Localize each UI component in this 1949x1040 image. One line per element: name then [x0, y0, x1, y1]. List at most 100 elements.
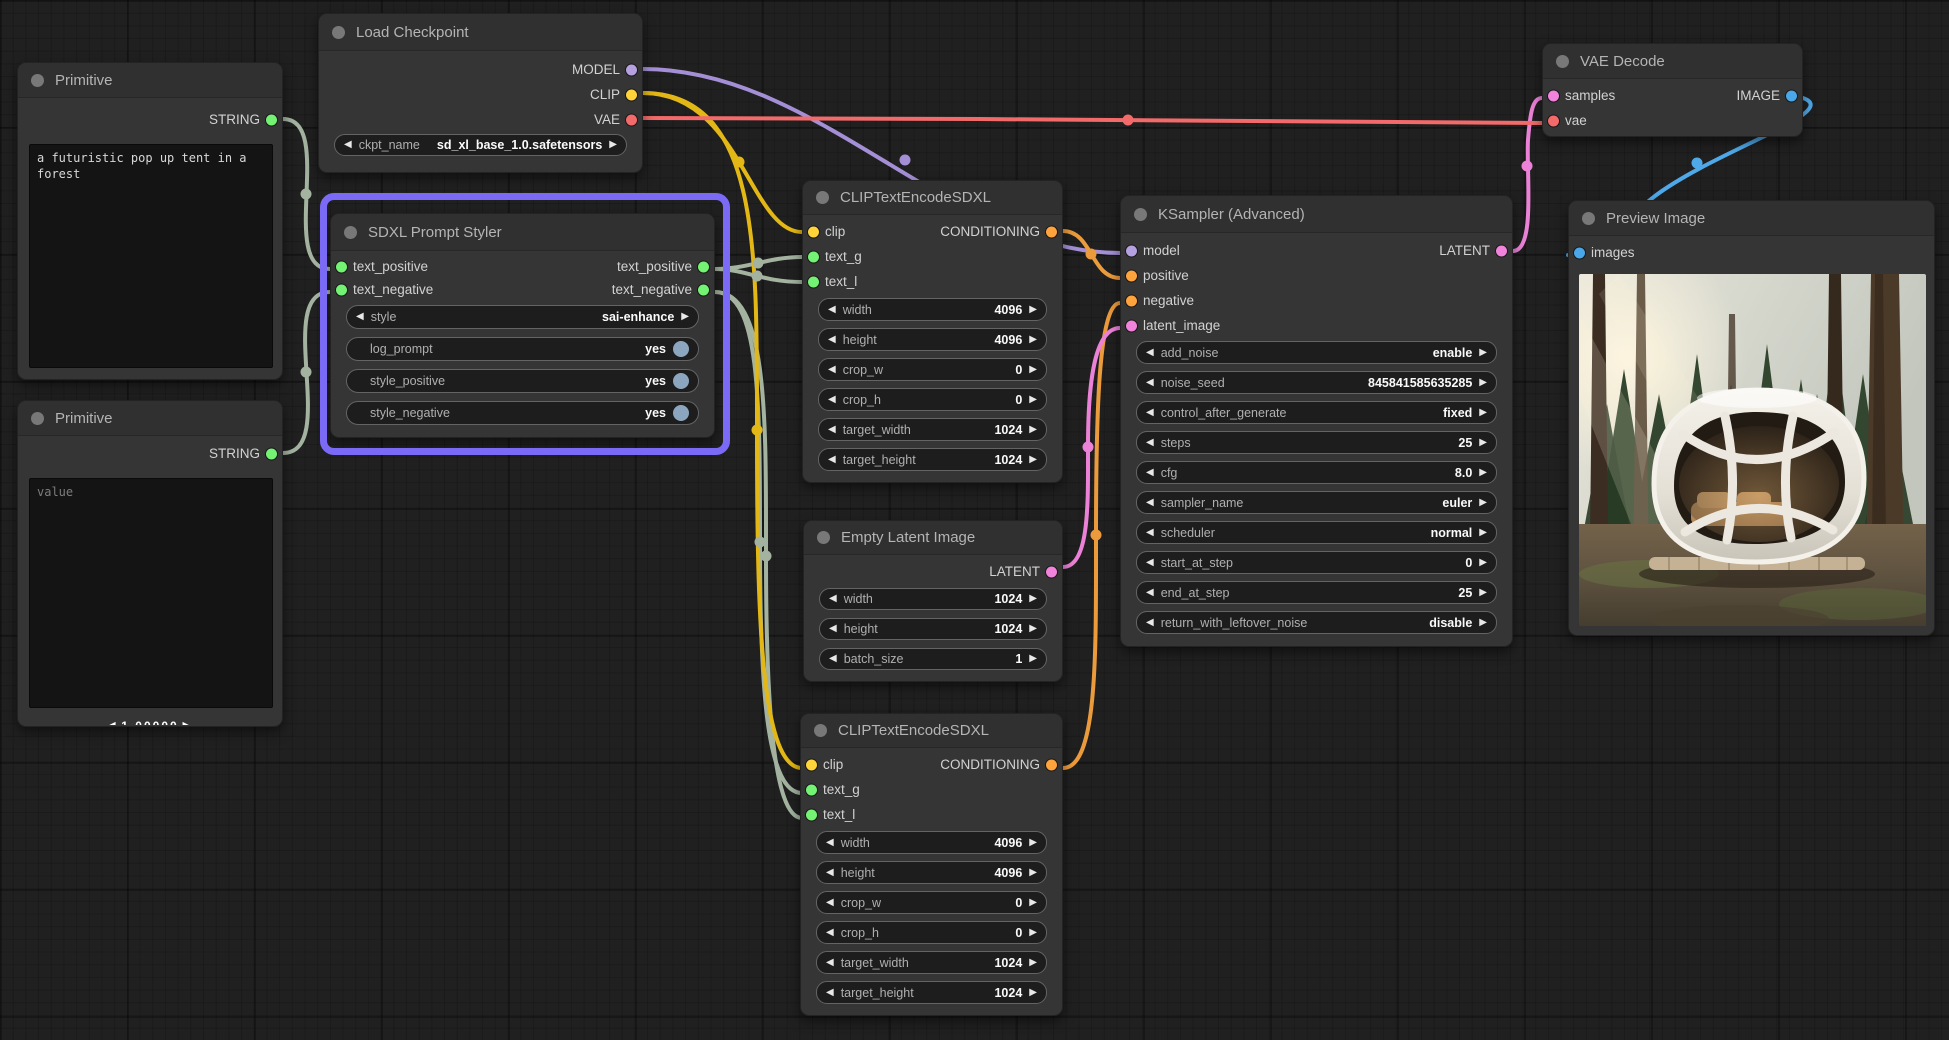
- end_at_step-decrement-arrow-icon[interactable]: ◀: [1146, 587, 1154, 598]
- steps-widget[interactable]: ◀ steps 25 ▶: [1136, 431, 1497, 454]
- control_after_generate-decrement-arrow-icon[interactable]: ◀: [1146, 407, 1154, 418]
- noise_seed-widget[interactable]: ◀ noise_seed 845841585635285 ▶: [1136, 371, 1497, 394]
- node-header[interactable]: Empty Latent Image: [804, 521, 1062, 555]
- crop_w-increment-arrow-icon[interactable]: ▶: [1029, 897, 1037, 908]
- crop_h-decrement-arrow-icon[interactable]: ◀: [826, 927, 834, 938]
- node-header[interactable]: CLIPTextEncodeSDXL: [801, 714, 1062, 748]
- text_g-input-slot[interactable]: [806, 784, 817, 795]
- node-header[interactable]: KSampler (Advanced): [1121, 196, 1512, 233]
- node-clip-encode-positive[interactable]: CLIPTextEncodeSDXL clip CONDITIONING text_…: [802, 180, 1063, 483]
- collapse-dot-icon[interactable]: [31, 411, 44, 425]
- ckpt_name-decrement-arrow-icon[interactable]: ◀: [344, 140, 352, 150]
- text_positive-output-slot[interactable]: [698, 261, 709, 272]
- batch_size-increment-arrow-icon[interactable]: ▶: [1029, 654, 1037, 664]
- height-widget[interactable]: ◀ height 1024 ▶: [819, 618, 1047, 640]
- batch_size-widget[interactable]: ◀ batch_size 1 ▶: [819, 648, 1047, 670]
- node-header[interactable]: Preview Image: [1569, 201, 1934, 236]
- latent_image-input-slot[interactable]: [1126, 320, 1137, 331]
- steps-decrement-arrow-icon[interactable]: ◀: [1146, 437, 1154, 448]
- add_noise-increment-arrow-icon[interactable]: ▶: [1479, 347, 1487, 358]
- target_height-decrement-arrow-icon[interactable]: ◀: [826, 987, 834, 998]
- cfg-increment-arrow-icon[interactable]: ▶: [1479, 467, 1487, 478]
- start_at_step-widget[interactable]: ◀ start_at_step 0 ▶: [1136, 551, 1497, 574]
- start_at_step-decrement-arrow-icon[interactable]: ◀: [1146, 557, 1154, 568]
- width-increment-arrow-icon[interactable]: ▶: [1029, 594, 1037, 604]
- target_width-increment-arrow-icon[interactable]: ▶: [1029, 957, 1037, 968]
- style_positive-widget[interactable]: style_positive yes: [346, 369, 699, 393]
- target_width-decrement-arrow-icon[interactable]: ◀: [828, 424, 836, 435]
- CLIP-output-slot[interactable]: [626, 89, 637, 100]
- end_at_step-widget[interactable]: ◀ end_at_step 25 ▶: [1136, 581, 1497, 604]
- control_after_generate-increment-arrow-icon[interactable]: ▶: [1479, 407, 1487, 418]
- text_negative-input-slot[interactable]: [336, 284, 347, 295]
- height-decrement-arrow-icon[interactable]: ◀: [826, 867, 834, 878]
- style_positive-toggle-icon[interactable]: [673, 373, 689, 389]
- width-decrement-arrow-icon[interactable]: ◀: [828, 304, 836, 315]
- start_at_step-increment-arrow-icon[interactable]: ▶: [1479, 557, 1487, 568]
- crop_w-widget[interactable]: ◀ crop_w 0 ▶: [816, 891, 1047, 914]
- IMAGE-output-slot[interactable]: [1786, 90, 1797, 101]
- node-header[interactable]: Load Checkpoint: [319, 14, 642, 51]
- model-input-slot[interactable]: [1126, 245, 1137, 256]
- LATENT-output-slot[interactable]: [1046, 566, 1057, 577]
- return_with_leftover_noise-decrement-arrow-icon[interactable]: ◀: [1146, 617, 1154, 628]
- node-header[interactable]: SDXL Prompt Styler: [331, 214, 714, 251]
- collapse-dot-icon[interactable]: [817, 531, 830, 544]
- node-header[interactable]: CLIPTextEncodeSDXL: [803, 181, 1062, 215]
- ckpt_name-widget[interactable]: ◀ ckpt_name sd_xl_base_1.0.safetensors ▶: [334, 134, 627, 156]
- node-primitive-top[interactable]: Primitive STRING a futuristic pop up ten…: [17, 62, 283, 380]
- target_height-widget[interactable]: ◀ target_height 1024 ▶: [816, 981, 1047, 1004]
- scheduler-decrement-arrow-icon[interactable]: ◀: [1146, 527, 1154, 538]
- width-widget[interactable]: ◀ width 4096 ▶: [816, 831, 1047, 854]
- collapse-dot-icon[interactable]: [1556, 54, 1569, 68]
- target_height-widget[interactable]: ◀ target_height 1024 ▶: [818, 448, 1047, 471]
- target_width-widget[interactable]: ◀ target_width 1024 ▶: [816, 951, 1047, 974]
- height-widget[interactable]: ◀ height 4096 ▶: [816, 861, 1047, 884]
- noise_seed-increment-arrow-icon[interactable]: ▶: [1479, 377, 1487, 388]
- crop_w-widget[interactable]: ◀ crop_w 0 ▶: [818, 358, 1047, 381]
- crop_w-increment-arrow-icon[interactable]: ▶: [1029, 364, 1037, 375]
- target_height-increment-arrow-icon[interactable]: ▶: [1029, 454, 1037, 465]
- target_height-decrement-arrow-icon[interactable]: ◀: [828, 454, 836, 465]
- height-widget[interactable]: ◀ height 4096 ▶: [818, 328, 1047, 351]
- return_with_leftover_noise-increment-arrow-icon[interactable]: ▶: [1479, 617, 1487, 628]
- log_prompt-widget[interactable]: log_prompt yes: [346, 337, 699, 361]
- width-increment-arrow-icon[interactable]: ▶: [1029, 837, 1037, 848]
- vae-input-slot[interactable]: [1548, 115, 1559, 126]
- prompt-text-input[interactable]: a futuristic pop up tent in a forest: [29, 144, 273, 368]
- style_negative-widget[interactable]: style_negative yes: [346, 401, 699, 425]
- collapse-dot-icon[interactable]: [1134, 207, 1147, 221]
- width-widget[interactable]: ◀ width 4096 ▶: [818, 298, 1047, 321]
- collapse-dot-icon[interactable]: [31, 73, 44, 87]
- clip-input-slot[interactable]: [806, 759, 817, 770]
- height-increment-arrow-icon[interactable]: ▶: [1029, 867, 1037, 878]
- sampler_name-increment-arrow-icon[interactable]: ▶: [1479, 497, 1487, 508]
- crop_h-increment-arrow-icon[interactable]: ▶: [1029, 927, 1037, 938]
- text_positive-input-slot[interactable]: [336, 261, 347, 272]
- collapse-dot-icon[interactable]: [344, 225, 357, 239]
- node-sdxl-prompt-styler[interactable]: SDXL Prompt Styler text_positive text_pos…: [330, 213, 715, 438]
- text_l-input-slot[interactable]: [806, 809, 817, 820]
- STRING-output-slot[interactable]: [266, 114, 277, 125]
- batch_size-decrement-arrow-icon[interactable]: ◀: [829, 654, 837, 664]
- node-header[interactable]: VAE Decode: [1543, 44, 1802, 79]
- STRING-output-slot[interactable]: [266, 448, 277, 459]
- crop_h-widget[interactable]: ◀ crop_h 0 ▶: [816, 921, 1047, 944]
- noise_seed-decrement-arrow-icon[interactable]: ◀: [1146, 377, 1154, 388]
- clip-input-slot[interactable]: [808, 226, 819, 237]
- VAE-output-slot[interactable]: [626, 114, 637, 125]
- node-clip-encode-negative[interactable]: CLIPTextEncodeSDXL clip CONDITIONING text_…: [800, 713, 1063, 1016]
- crop_w-decrement-arrow-icon[interactable]: ◀: [826, 897, 834, 908]
- node-preview-image[interactable]: Preview Image images: [1568, 200, 1935, 636]
- collapse-dot-icon[interactable]: [814, 724, 827, 737]
- MODEL-output-slot[interactable]: [626, 64, 637, 75]
- negative-input-slot[interactable]: [1126, 295, 1137, 306]
- crop_h-decrement-arrow-icon[interactable]: ◀: [828, 394, 836, 405]
- text_negative-output-slot[interactable]: [698, 284, 709, 295]
- target_height-increment-arrow-icon[interactable]: ▶: [1029, 987, 1037, 998]
- scheduler-widget[interactable]: ◀ scheduler normal ▶: [1136, 521, 1497, 544]
- cfg-decrement-arrow-icon[interactable]: ◀: [1146, 467, 1154, 478]
- node-primitive-bottom[interactable]: Primitive STRING ◀1.00000▶: [17, 400, 283, 727]
- add_noise-decrement-arrow-icon[interactable]: ◀: [1146, 347, 1154, 358]
- text_l-input-slot[interactable]: [808, 276, 819, 287]
